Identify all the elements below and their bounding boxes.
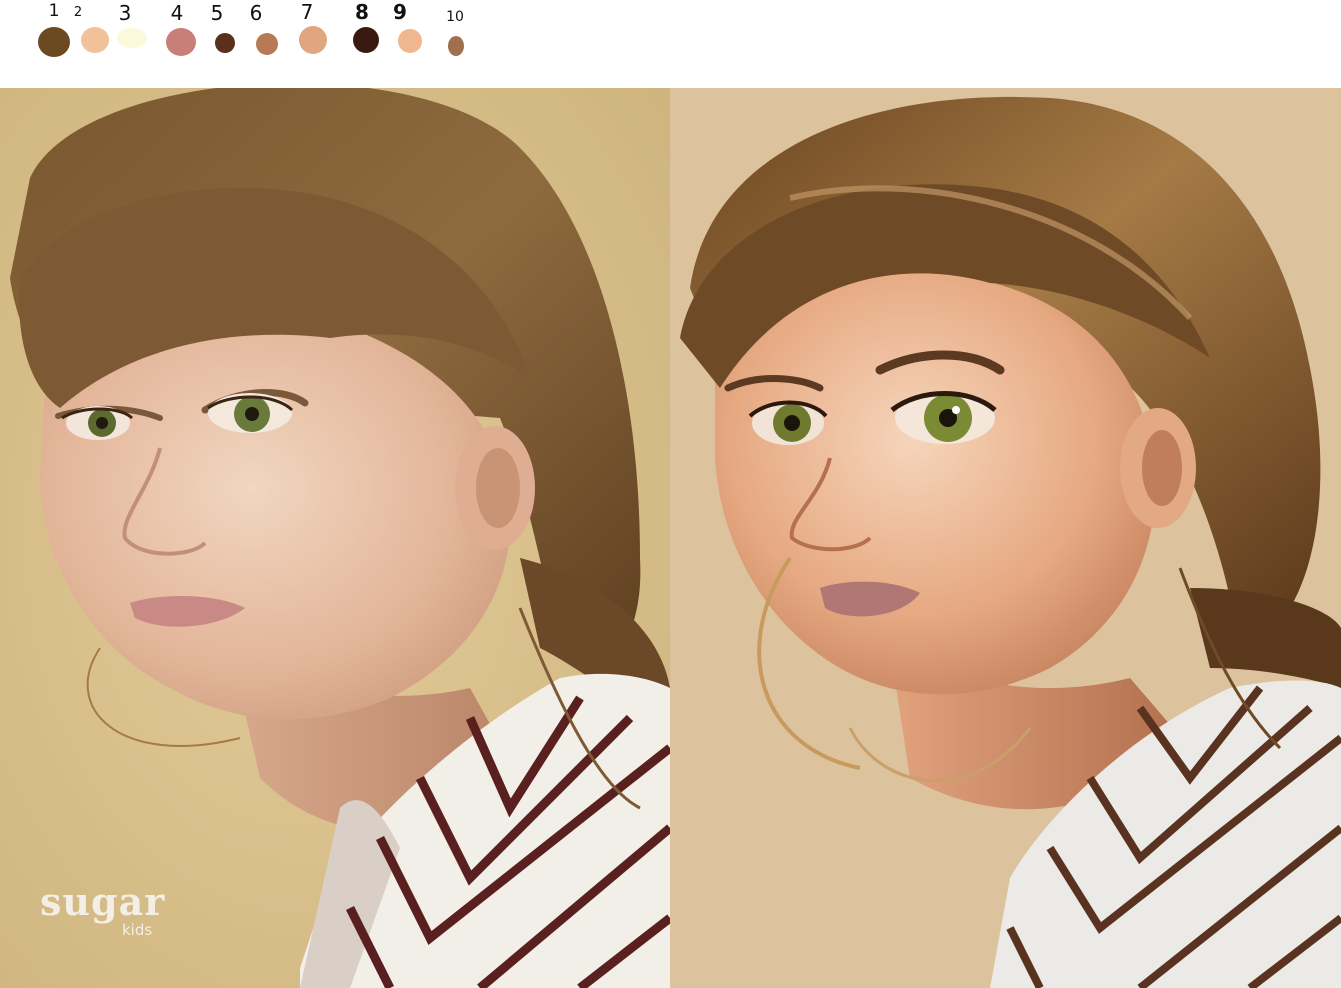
swatch-6-color	[256, 33, 278, 55]
brand-watermark: sugar kids	[40, 879, 166, 938]
swatch-2-color	[81, 27, 109, 53]
painting-portrait-illustration	[670, 88, 1341, 988]
swatch-1-color	[38, 27, 70, 57]
swatch-9-color	[398, 29, 422, 53]
swatch-7-color	[299, 26, 327, 54]
watermark-brand: sugar	[40, 879, 166, 924]
swatch-7-number: 7	[300, 0, 314, 24]
swatch-10-color	[448, 36, 464, 56]
swatch-4-color	[166, 28, 196, 56]
reference-photo: sugar kids	[0, 88, 670, 988]
swatch-8-color	[353, 27, 379, 53]
swatch-4-number: 4	[170, 1, 184, 25]
swatch-6-number: 6	[249, 1, 263, 25]
swatch-10-number: 10	[446, 9, 464, 25]
swatch-3-number: 3	[118, 1, 132, 25]
swatch-8-number: 8	[355, 0, 369, 24]
swatch-5-color	[215, 33, 235, 53]
color-palette: 1 2 3 4 5 6 7 8 9 10	[0, 0, 1341, 88]
swatch-1-number: 1	[48, 1, 60, 21]
swatch-9-number: 9	[393, 0, 407, 24]
swatch-5-number: 5	[210, 1, 224, 25]
photo-portrait-illustration	[0, 88, 670, 988]
digital-painting	[670, 88, 1341, 988]
swatch-2-number: 2	[73, 5, 83, 20]
watermark-sub: kids	[122, 921, 153, 939]
swatch-3-color	[117, 28, 147, 48]
